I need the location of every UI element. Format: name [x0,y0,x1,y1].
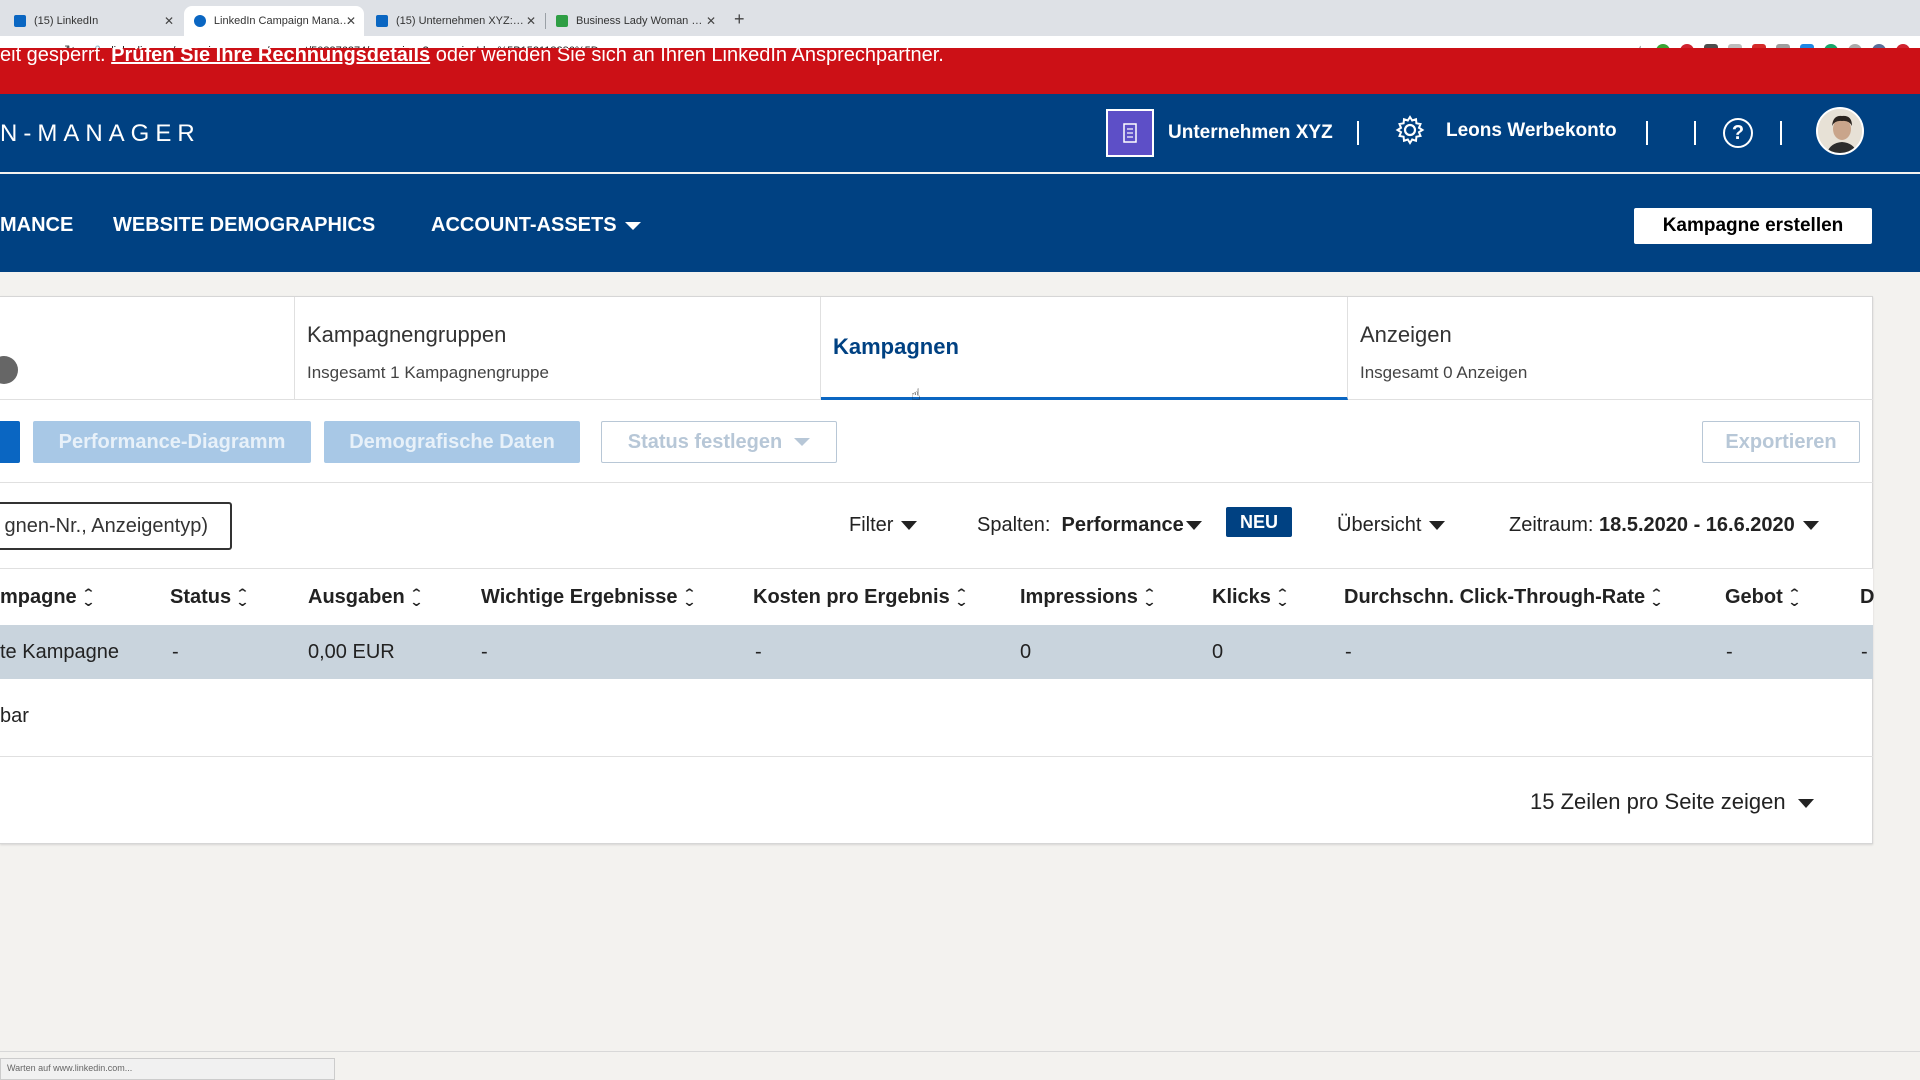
main-navigation: MANCE WEBSITE DEMOGRAPHICS ACCOUNT-ASSET… [0,174,1920,272]
sort-icon: ⌃ ⌄ [1275,585,1290,609]
browser-tab-company-admin[interactable]: (15) Unternehmen XYZ: Admin ✕ [366,6,544,36]
browser-tab-linkedin[interactable]: (15) LinkedIn ✕ [4,6,182,36]
column-header-status[interactable]: Status ⌃ ⌄ [170,585,250,609]
rows-per-page-selector[interactable]: 15 Zeilen pro Seite zeigen [1530,789,1814,815]
nav-account-assets[interactable]: ACCOUNT-ASSETS [431,214,641,237]
breakdown-dropdown[interactable]: Übersicht [1337,514,1446,537]
tab-campaign-groups[interactable]: Kampagnengruppen Insgesamt 1 Kampagnengr… [295,297,821,400]
filter-bar: gnen-Nr., Anzeigentyp) Filter Spalten: P… [0,483,1873,569]
cell-ctr: - [1345,641,1352,663]
alert-text: eit gesperrt. Prüfen Sie Ihre Rechnungsd… [0,48,944,67]
column-header-key-results[interactable]: Wichtige Ergebnisse ⌃ ⌄ [481,585,697,609]
column-header-ctr[interactable]: Durchschn. Click-Through-Rate ⌃ ⌄ [1344,585,1664,609]
sort-icon: ⌃ ⌄ [681,585,697,609]
sort-icon: ⌃ ⌄ [954,585,969,609]
new-badge: NEU [1226,507,1292,537]
tab-ads[interactable]: Anzeigen Insgesamt 0 Anzeigen [1348,297,1873,400]
cell-clicks: 0 [1212,641,1224,663]
footer-text: bar [0,705,29,727]
chevron-down-icon [1797,798,1814,808]
filter-dropdown[interactable]: Filter [849,514,918,537]
billing-details-link[interactable]: Prüfen Sie Ihre Rechnungsdetails [111,48,430,66]
table-row[interactable]: te Kampagne - 0,00 EUR - - 0 0 - - - [0,625,1873,679]
page-bottom-divider [0,1051,1920,1052]
demographics-button[interactable]: Demografische Daten [324,421,580,463]
ad-account-selector[interactable]: Leons Werbekonto [1446,120,1617,142]
column-header-cost-per-result[interactable]: Kosten pro Ergebnis ⌃ ⌄ [753,585,969,609]
action-bar: Performance-Diagramm Demografische Daten… [0,401,1873,483]
sort-icon: ⌃ ⌄ [235,585,250,609]
sort-icon: ⌃ ⌄ [1649,585,1664,609]
cell-campaign-name[interactable]: te Kampagne [0,641,119,664]
close-tab-icon[interactable]: ✕ [526,14,536,28]
set-status-dropdown[interactable]: Status festlegen [601,421,837,463]
table-header: mpagne ⌃ ⌄ Status ⌃ ⌄ Ausgaben ⌃ ⌄ Wichtige Er… [0,569,1874,625]
cell-impressions: 0 [1020,641,1032,663]
close-tab-icon[interactable]: ✕ [164,14,174,28]
header-divider [1694,121,1696,145]
count-badge [0,356,18,384]
campaign-manager-favicon-icon [194,15,206,27]
app-header: N-MANAGER Unternehmen XYZ Leons Werbekon… [0,94,1920,172]
cell-spend: 0,00 EUR [308,641,395,663]
billing-alert-banner: eit gesperrt. Prüfen Sie Ihre Rechnungsd… [0,48,1920,94]
chevron-down-icon [624,221,641,230]
close-tab-icon[interactable]: ✕ [706,14,716,28]
chevron-down-icon [1185,521,1202,531]
column-header-bid[interactable]: Gebot ⌃ ⌄ [1725,585,1802,609]
table-footer-row: bar [0,679,1873,757]
sort-icon: ⌃ ⌄ [1142,585,1157,609]
create-campaign-button[interactable]: Kampagne erstellen [1634,208,1872,244]
cell-more: - [1861,641,1868,663]
nav-website-demographics[interactable]: WEBSITE DEMOGRAPHICS [113,214,375,237]
cell-bid: - [1726,641,1733,663]
linkedin-favicon-icon [376,15,388,27]
app-brand[interactable]: N-MANAGER [0,120,201,148]
header-divider [1357,121,1359,145]
campaign-table-card: Kampagnengruppen Insgesamt 1 Kampagnengr… [0,296,1874,844]
column-header-spend[interactable]: Ausgaben ⌃ ⌄ [308,585,424,609]
column-header-campaign[interactable]: mpagne ⌃ ⌄ [0,585,96,609]
company-building-icon[interactable] [1106,109,1154,157]
columns-dropdown[interactable]: Spalten: Performance [977,514,1202,537]
browser-tab-bar: (15) LinkedIn ✕ LinkedIn Campaign Manage… [0,0,1920,36]
tab-campaigns[interactable]: Kampagnen [821,297,1348,400]
date-range-picker[interactable]: Zeitraum: 18.5.2020 - 16.6.2020 [1509,514,1819,537]
header-divider [1646,121,1648,145]
pixabay-favicon-icon [556,15,568,27]
close-tab-icon[interactable]: ✕ [346,14,356,28]
column-header-impressions[interactable]: Impressions ⌃ ⌄ [1020,585,1157,609]
export-button[interactable]: Exportieren [1702,421,1860,463]
building-icon [1123,123,1137,143]
sort-icon: ⌃ ⌄ [81,585,96,609]
new-tab-icon[interactable]: + [734,9,745,30]
gear-icon[interactable] [1394,114,1426,146]
tab-account[interactable] [0,297,295,400]
primary-action-button[interactable] [0,421,20,463]
user-avatar-icon [1818,109,1862,153]
search-input[interactable]: gnen-Nr., Anzeigentyp) [0,502,232,550]
cell-cost-per-result: - [755,641,762,663]
performance-chart-button[interactable]: Performance-Diagramm [33,421,311,463]
cell-key-results: - [481,641,488,663]
chevron-down-icon [794,438,811,446]
nav-performance[interactable]: MANCE [0,214,73,237]
company-selector[interactable]: Unternehmen XYZ [1168,122,1333,144]
chevron-down-icon [901,521,918,531]
chevron-down-icon [1802,521,1819,531]
column-header-more[interactable]: D [1860,586,1874,609]
cell-status: - [172,641,179,663]
avatar[interactable] [1816,107,1864,155]
header-divider [1780,121,1782,145]
hand-cursor-icon: ☝ [911,387,921,404]
sort-icon: ⌃ ⌄ [1787,585,1802,609]
linkedin-favicon-icon [14,15,26,27]
browser-tab-business-lady[interactable]: Business Lady Woman - Free p ✕ [546,6,724,36]
browser-tab-campaign-manager[interactable]: LinkedIn Campaign Manager ✕ [184,6,364,36]
browser-status-bar: Warten auf www.linkedin.com... [0,1058,335,1080]
chevron-down-icon [1429,521,1446,531]
sort-icon: ⌃ ⌄ [409,585,424,609]
column-header-clicks[interactable]: Klicks ⌃ ⌄ [1212,585,1290,609]
help-icon[interactable]: ? [1723,118,1753,148]
